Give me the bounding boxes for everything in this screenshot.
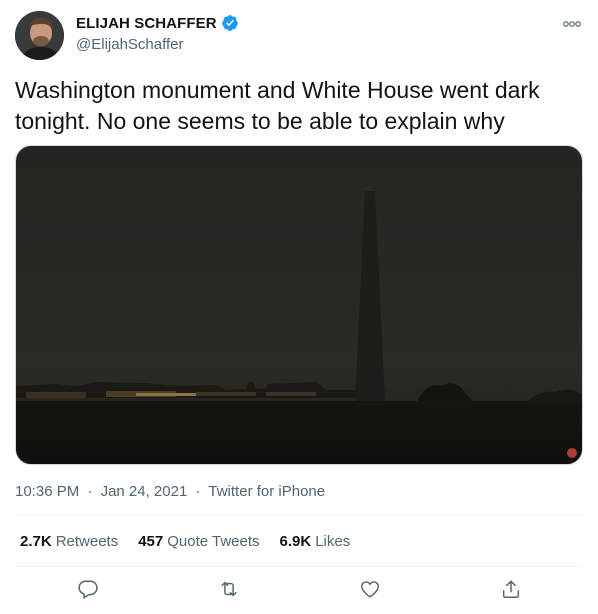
author-display-name[interactable]: ELIJAH SCHAFFER [76,15,217,32]
meta-separator: · [195,483,201,500]
tweet-metadata: 10:36 PM · Jan 24, 2021 · Twitter for iP… [15,483,325,500]
tweet-date[interactable]: Jan 24, 2021 [101,483,188,500]
retweets-stat[interactable]: 2.7K Retweets [20,533,118,550]
author-name-row[interactable]: ELIJAH SCHAFFER [76,14,239,32]
verified-badge-icon [221,14,239,32]
divider [15,515,583,516]
meta-separator: · [87,483,93,500]
retweets-count: 2.7K [20,533,52,550]
divider [15,566,583,567]
quote-tweets-count: 457 [138,533,164,550]
retweet-icon[interactable] [218,578,240,600]
tweet-media-photo[interactable] [15,145,583,465]
like-icon[interactable] [359,578,381,600]
more-options-icon[interactable] [562,16,582,27]
quote-tweets-stat[interactable]: 457 Quote Tweets [138,533,259,550]
tweet-text: Washington monument and White House went… [15,77,540,134]
reply-icon[interactable] [77,578,99,600]
tweet-time[interactable]: 10:36 PM [15,483,79,500]
retweets-label: Retweets [55,533,119,550]
engagement-stats: 2.7K Retweets 457 Quote Tweets 6.9K Likes [20,533,370,550]
avatar[interactable] [15,11,64,60]
likes-stat[interactable]: 6.9K Likes [280,533,351,550]
tweet-source[interactable]: Twitter for iPhone [208,483,325,500]
quote-tweets-label: Quote Tweets [167,533,260,550]
author-handle[interactable]: @ElijahSchaffer [76,36,184,53]
share-icon[interactable] [500,578,522,600]
likes-label: Likes [315,533,351,550]
tweet-action-bar [0,576,598,608]
likes-count: 6.9K [279,533,312,550]
